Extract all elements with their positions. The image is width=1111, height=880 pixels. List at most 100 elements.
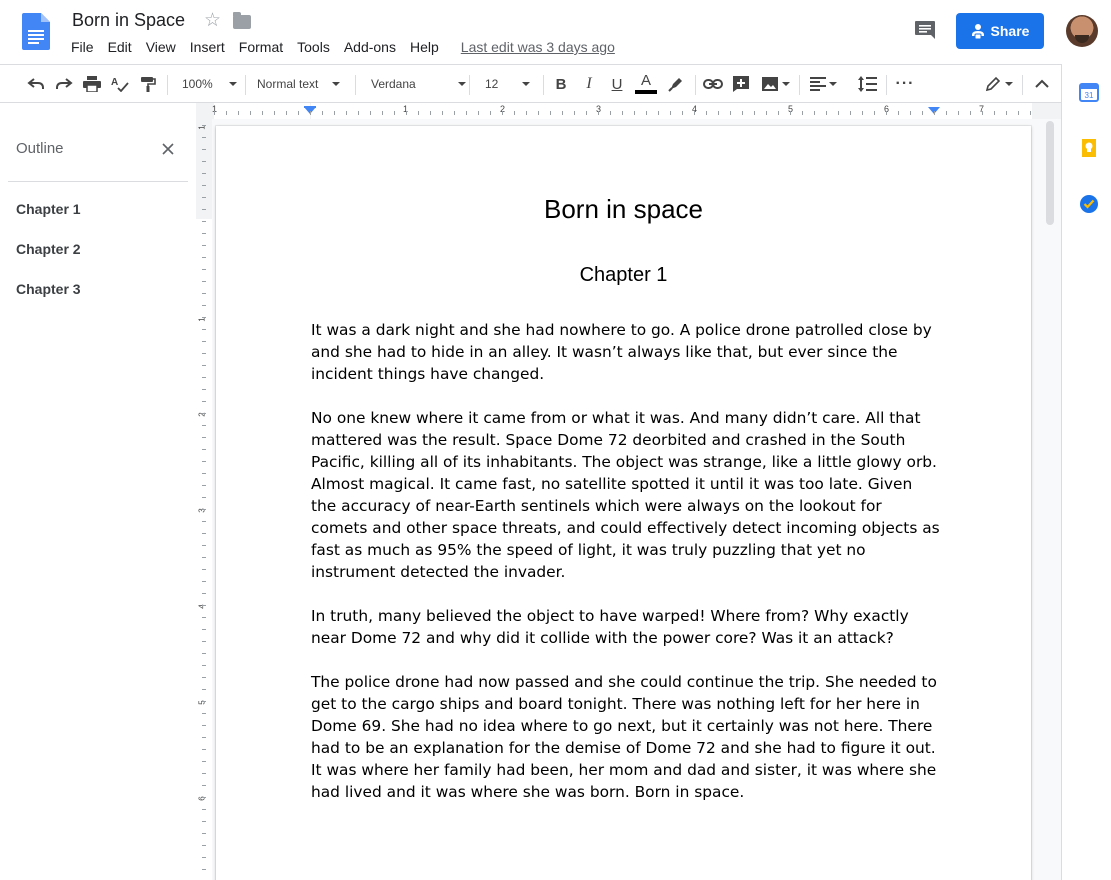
menu-edit[interactable]: Edit [101,38,139,56]
ruler-tick [202,401,206,402]
paragraph[interactable]: It was a dark night and she had nowhere … [311,319,941,385]
share-label: Share [990,23,1030,39]
ruler-tick [598,111,599,115]
paint-format-icon[interactable] [136,72,160,96]
star-icon[interactable]: ☆ [204,10,221,32]
title-actions: ☆ [204,10,252,32]
paragraph[interactable]: In truth, many believed the object to ha… [311,605,941,649]
ruler-tick [202,713,206,714]
redo-icon[interactable] [52,72,76,96]
ruler-tick [814,111,815,115]
ruler-tick [202,557,206,558]
chapter-heading[interactable]: Chapter 1 [216,264,1031,287]
text-color-icon[interactable]: A [633,72,659,96]
menu-bar: File Edit View Insert Format Tools Add-o… [64,38,622,56]
paragraph[interactable]: The police drone had now passed and she … [311,671,941,803]
menu-format[interactable]: Format [232,38,290,56]
calendar-icon[interactable]: 31 [1079,82,1099,102]
paragraph[interactable]: No one knew where it came from or what i… [311,407,941,583]
document-page[interactable]: Born in space Chapter 1 It was a dark ni… [216,126,1031,880]
font-family-select[interactable]: Verdana [364,72,466,96]
ruler-tick [694,111,695,115]
document-heading[interactable]: Born in space [216,194,1031,225]
ruler-tick [826,111,827,115]
spellcheck-icon[interactable]: A [108,72,132,96]
undo-icon[interactable] [24,72,48,96]
collapse-menus-icon[interactable] [1030,72,1054,96]
bold-icon[interactable]: B [549,72,573,96]
menu-tools[interactable]: Tools [290,38,337,56]
user-avatar[interactable] [1066,15,1098,47]
ruler-tick [202,461,206,462]
ruler-tick [238,111,239,115]
menu-addons[interactable]: Add-ons [337,38,403,56]
ruler-tick [202,293,206,294]
menu-help[interactable]: Help [403,38,446,56]
print-icon[interactable] [80,72,104,96]
vertical-scrollbar[interactable] [1046,121,1054,225]
ruler-tick [202,137,206,138]
ruler-tick [202,197,206,198]
google-docs-logo-icon[interactable] [22,13,50,50]
lock-person-icon [971,24,984,39]
ruler-tick [862,111,863,115]
ruler-tick [922,111,923,115]
comment-history-icon[interactable] [914,20,936,40]
ruler-tick [394,111,395,115]
document-body[interactable]: It was a dark night and she had nowhere … [311,319,941,825]
ruler-tick [946,111,947,115]
ruler-tick [226,111,227,115]
ruler-tick [202,845,206,846]
horizontal-ruler[interactable]: 1 1 2 3 4 5 6 7 [196,103,1061,119]
line-spacing-icon[interactable] [854,72,880,96]
ruler-tick [442,111,443,115]
ruler-tick [730,111,731,115]
menu-file[interactable]: File [64,38,101,56]
paragraph-style-select[interactable]: Normal text [252,72,348,96]
ruler-tick [202,617,206,618]
close-icon[interactable] [160,141,176,157]
ruler-tick [982,111,983,115]
folder-icon[interactable] [233,12,252,29]
highlight-color-icon[interactable] [664,72,688,96]
keep-icon[interactable] [1079,138,1099,158]
underline-icon[interactable]: U [605,72,629,96]
align-left-icon[interactable] [806,72,840,96]
font-size-select[interactable]: 12 [477,72,537,96]
ruler-tick [538,111,539,115]
share-button[interactable]: Share [956,13,1044,49]
vertical-ruler[interactable]: 1 1 2 3 4 5 6 [196,119,212,880]
ruler-tick [202,149,206,150]
ruler-tick [478,111,479,115]
document-outline-panel: Outline Chapter 1 Chapter 2 Chapter 3 [0,119,196,880]
menu-view[interactable]: View [139,38,183,56]
ruler-tick [1018,111,1019,115]
tasks-icon[interactable] [1079,194,1099,214]
zoom-select[interactable]: 100% [176,72,238,96]
ruler-tick [202,305,206,306]
ruler-tick [610,111,611,115]
last-edit-link[interactable]: Last edit was 3 days ago [454,38,622,56]
ruler-tick [202,269,206,270]
editing-mode-icon[interactable] [981,72,1017,96]
ruler-tick [310,111,311,115]
document-canvas[interactable]: Born in space Chapter 1 It was a dark ni… [212,119,1061,880]
svg-text:31: 31 [1085,91,1094,100]
document-title[interactable]: Born in Space [72,10,185,31]
insert-link-icon[interactable] [701,72,725,96]
more-options-icon[interactable]: ··· [893,72,917,96]
ruler-tick [202,497,206,498]
menu-insert[interactable]: Insert [183,38,232,56]
outline-item-chapter-2[interactable]: Chapter 2 [16,241,81,257]
ruler-tick [202,749,206,750]
ruler-tick [802,111,803,115]
ruler-tick [370,111,371,115]
ruler-tick [202,221,206,222]
outline-item-chapter-3[interactable]: Chapter 3 [16,281,81,297]
svg-text:A: A [111,77,118,88]
outline-item-chapter-1[interactable]: Chapter 1 [16,201,81,217]
insert-comment-icon[interactable] [729,72,753,96]
insert-image-icon[interactable] [757,72,793,96]
italic-icon[interactable]: I [577,72,601,96]
font-size-value: 12 [485,77,499,91]
